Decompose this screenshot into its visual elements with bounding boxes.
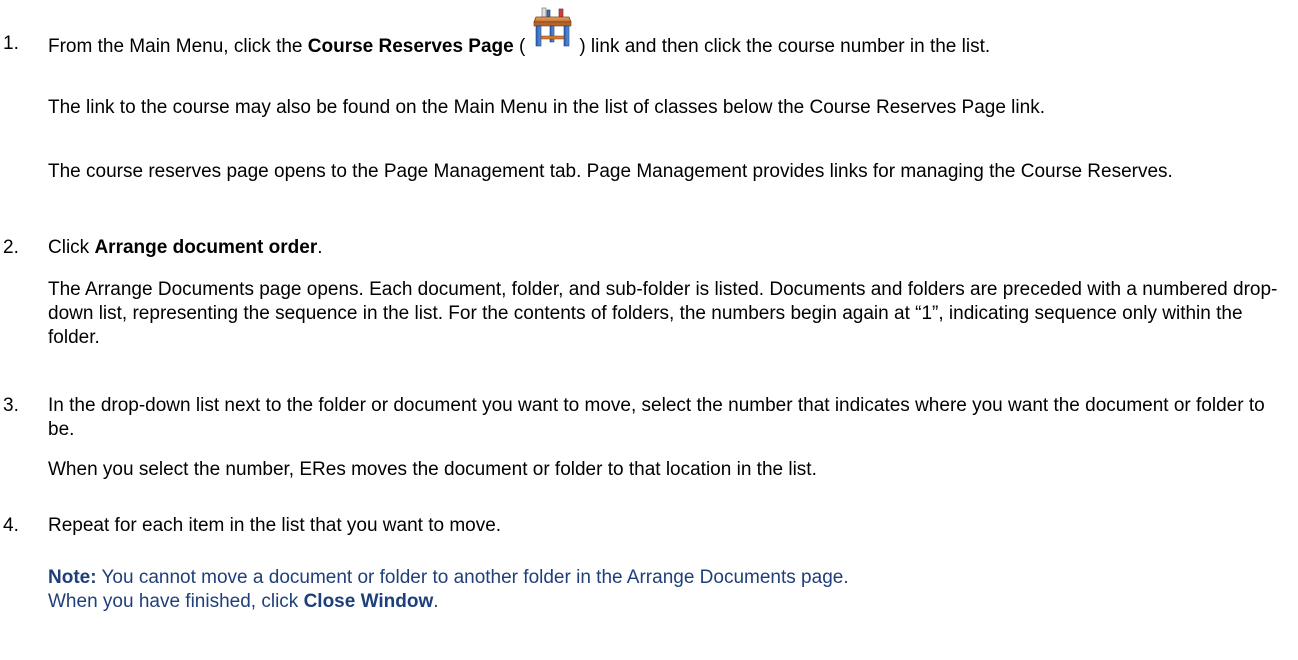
step-text: Click Arrange document order.: [48, 236, 1278, 260]
step-number: 3.: [3, 395, 19, 416]
step-paragraph: The course reserves page opens to the Pa…: [48, 160, 1278, 184]
step-text: Repeat for each item in the list that yo…: [48, 514, 1278, 538]
step-text: From the Main Menu, click the Course Res…: [48, 7, 1278, 59]
instruction-text: (: [513, 36, 526, 57]
arrange-documents-description: The Arrange Documents page opens. Each d…: [48, 279, 1278, 348]
step-instruction: Click Arrange document order.: [48, 236, 1278, 260]
step-instruction: In the drop-down list next to the folder…: [48, 395, 1265, 440]
note-content: You cannot move a document or folder to …: [96, 567, 849, 588]
course-reserves-desk-icon: [525, 7, 579, 52]
note-content: .: [433, 591, 439, 612]
step-number: 1.: [3, 33, 19, 54]
step-text: In the drop-down list next to the folder…: [48, 394, 1278, 442]
course-reserves-page-label: Course Reserves Page: [307, 36, 514, 57]
instruction-text: From the Main Menu, click the: [48, 36, 308, 57]
instruction-text: ) link and then click the course number …: [579, 36, 991, 57]
instruction-text: Click: [48, 237, 95, 258]
page-management-description: The course reserves page opens to the Pa…: [48, 161, 1173, 182]
note-text: Note: You cannot move a document or fold…: [48, 566, 1278, 614]
note-label: Note:: [48, 567, 97, 588]
step-paragraph: The Arrange Documents page opens. Each d…: [48, 278, 1278, 350]
note-line-2: When you have finished, click Close Wind…: [48, 590, 1278, 614]
note-content: When you have finished, click: [48, 591, 304, 612]
step-paragraph: The link to the course may also be found…: [48, 96, 1278, 120]
step-instruction: From the Main Menu, click the Course Res…: [48, 7, 1278, 59]
move-result-description: When you select the number, ERes moves t…: [48, 459, 817, 480]
step-number: 2.: [3, 237, 19, 258]
close-window-label: Close Window: [303, 591, 434, 612]
step-number: 4.: [3, 515, 19, 536]
course-link-note: The link to the course may also be found…: [48, 97, 1045, 118]
step-instruction: Repeat for each item in the list that yo…: [48, 515, 502, 536]
instruction-text: .: [317, 237, 323, 258]
arrange-document-order-label: Arrange document order: [94, 237, 318, 258]
step-paragraph: When you select the number, ERes moves t…: [48, 458, 1278, 482]
note-line-1: Note: You cannot move a document or fold…: [48, 566, 1278, 590]
